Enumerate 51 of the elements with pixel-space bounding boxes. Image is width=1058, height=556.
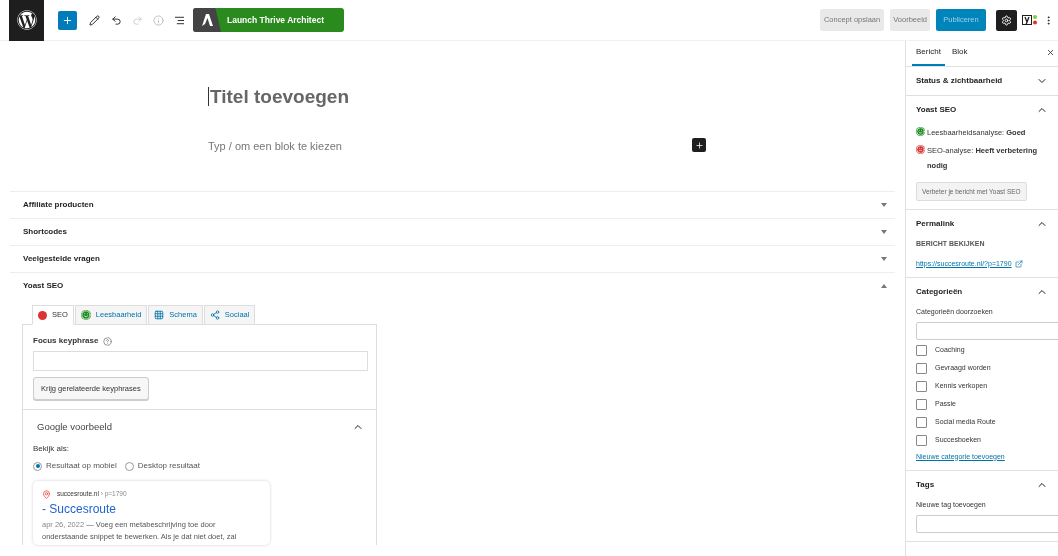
pencil-icon[interactable] xyxy=(89,14,100,26)
settings-icon xyxy=(1001,14,1012,26)
meta-box-title[interactable]: Affiliate producten xyxy=(23,199,94,211)
panel-title[interactable]: Categorieën xyxy=(916,286,963,298)
block-placeholder[interactable]: Typ / om een blok te kiezen xyxy=(208,138,342,155)
plus-icon xyxy=(62,14,73,26)
wordpress-logo[interactable] xyxy=(9,0,44,41)
yoast-icon[interactable] xyxy=(1022,14,1040,26)
grid-icon xyxy=(154,310,165,320)
meta-box-title[interactable]: Shortcodes xyxy=(23,226,67,238)
checkbox[interactable] xyxy=(916,363,927,374)
add-block-button[interactable] xyxy=(58,10,77,30)
checkbox[interactable] xyxy=(916,381,927,392)
keyphrase-input[interactable] xyxy=(33,351,368,371)
radio-option[interactable]: Resultaat op mobiel xyxy=(33,460,117,473)
plus-icon xyxy=(694,140,704,150)
caret-up-icon[interactable] xyxy=(881,284,887,288)
tag-input[interactable] xyxy=(916,514,1058,533)
category-search-input[interactable] xyxy=(916,321,1058,340)
panel-title[interactable]: Status & zichtbaarheid xyxy=(916,75,1003,87)
add-block-button[interactable] xyxy=(692,138,706,152)
close-icon[interactable] xyxy=(1046,48,1055,57)
map-pin-icon xyxy=(42,489,51,499)
meta-box-title[interactable]: Veelgestelde vragen xyxy=(23,253,100,265)
help-icon[interactable] xyxy=(103,336,113,346)
sidebar-tab[interactable]: Bericht xyxy=(912,41,945,66)
logo-icon xyxy=(200,13,214,27)
sidebar-tab[interactable]: Blok xyxy=(947,41,972,66)
caret-down-icon[interactable] xyxy=(881,257,887,261)
external-link-icon xyxy=(1014,259,1023,268)
title-field[interactable]: Titel toevoegen xyxy=(208,87,349,106)
checkbox[interactable] xyxy=(916,417,927,428)
radio-option[interactable]: Desktop resultaat xyxy=(124,460,200,473)
caret-down-icon[interactable] xyxy=(881,203,887,207)
checkbox[interactable] xyxy=(916,399,927,410)
share-icon xyxy=(209,310,220,320)
undo-icon[interactable] xyxy=(111,14,122,26)
field-label: Focus keyphrase xyxy=(33,335,99,347)
view-as-label: Bekijk als: xyxy=(33,443,70,456)
panel-title[interactable]: Yoast SEO xyxy=(916,104,957,116)
meta-box-title[interactable]: Yoast SEO xyxy=(23,280,64,292)
caret-down-icon[interactable] xyxy=(881,230,887,234)
checkbox[interactable] xyxy=(916,435,927,446)
launch-thrive-button[interactable]: Launch Thrive Architect xyxy=(193,8,344,32)
snippet-title: - Succesroute xyxy=(42,502,118,517)
panel-title[interactable]: Permalink xyxy=(916,218,955,230)
panel-title[interactable]: Tags xyxy=(916,479,935,491)
list-view-icon[interactable] xyxy=(174,14,185,26)
checkbox[interactable] xyxy=(916,345,927,356)
settings-button[interactable] xyxy=(996,9,1017,31)
section-title[interactable]: Google voorbeeld xyxy=(37,420,112,435)
